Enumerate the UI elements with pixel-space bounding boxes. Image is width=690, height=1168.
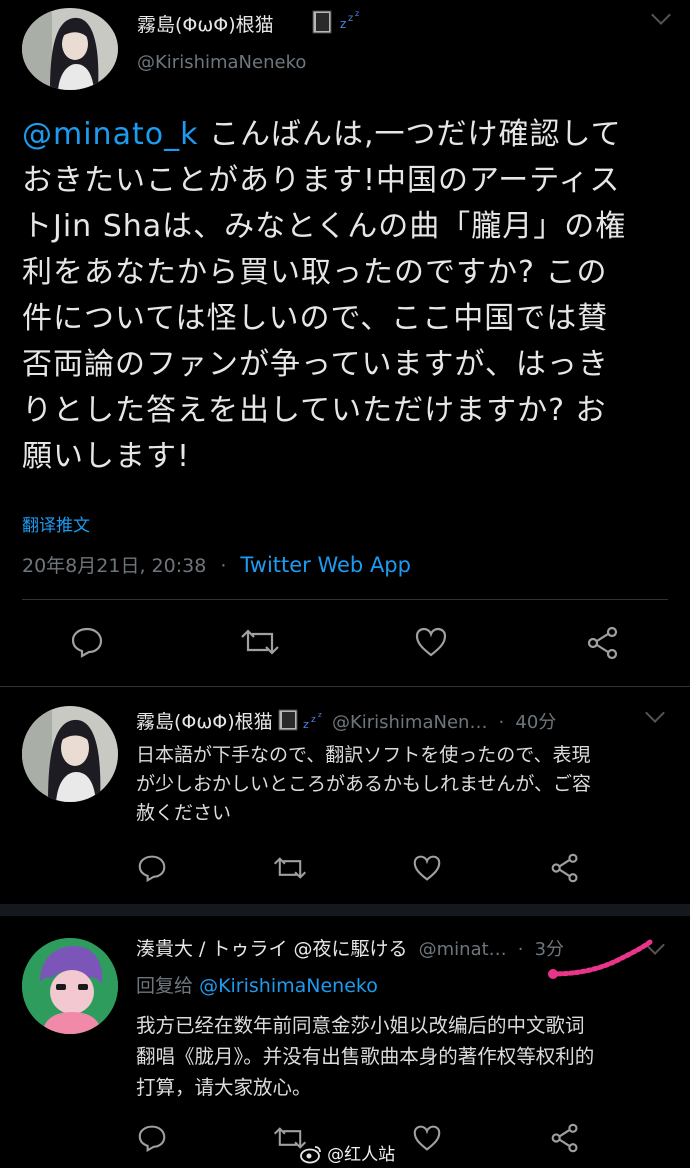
like-icon[interactable] xyxy=(414,626,448,658)
notebook-icon xyxy=(278,709,298,731)
separator-dot: · xyxy=(220,555,227,577)
tweet-text: @minato_k こんばんは,一つだけ確認して おきたいことがあります!中国の… xyxy=(22,117,627,474)
reply-header: 湊貴大 / トゥライ @夜に駆ける @minat… · 3分 xyxy=(136,934,564,961)
separator-dot: · xyxy=(498,712,505,733)
svg-text:z: z xyxy=(318,711,322,719)
author-handle[interactable]: @minat… xyxy=(419,939,507,960)
divider xyxy=(22,599,668,600)
avatar[interactable] xyxy=(22,706,118,802)
reply-icon[interactable] xyxy=(137,854,167,882)
svg-text:z: z xyxy=(348,13,353,24)
reply-icon[interactable] xyxy=(70,626,104,658)
weibo-icon xyxy=(300,1144,322,1164)
author-name[interactable]: 霧島(ΦωΦ)根猫 xyxy=(137,10,274,37)
retweet-icon[interactable] xyxy=(240,626,280,658)
reply-header: 霧島(ΦωΦ)根猫 zzz @KirishimaNen… · 40分 xyxy=(136,707,556,734)
divider xyxy=(0,686,690,687)
source-link[interactable]: Twitter Web App xyxy=(240,553,411,577)
section-separator xyxy=(0,904,690,916)
author-name[interactable]: 湊貴大 / トゥライ @夜に駆ける xyxy=(136,938,408,960)
reply-to-link[interactable]: @KirishimaNeneko xyxy=(199,975,378,997)
avatar[interactable] xyxy=(22,8,118,90)
svg-text:z: z xyxy=(355,9,359,18)
watermark-text: @红人站 xyxy=(327,1145,396,1165)
chevron-down-icon[interactable] xyxy=(645,703,665,723)
svg-text:z: z xyxy=(311,715,316,725)
avatar-image xyxy=(22,938,118,1034)
reply-text: 我方已经在数年前同意金莎小姐以改编后的中文歌词 翻唱《胧月》。并没有出售歌曲本身… xyxy=(136,1014,595,1099)
like-icon[interactable] xyxy=(412,854,442,882)
avatar[interactable] xyxy=(22,938,118,1034)
sleep-icon: zzz xyxy=(340,8,364,30)
translate-link[interactable]: 翻译推文 xyxy=(22,511,90,536)
mention-link[interactable]: @minato_k xyxy=(22,117,198,152)
reply-to-prefix: 回复给 xyxy=(136,975,194,997)
tweet-date: 20年8月21日, 20:38 xyxy=(22,555,207,577)
annotation-stroke xyxy=(548,939,653,979)
tweet-meta: 20年8月21日, 20:38 · Twitter Web App xyxy=(22,551,411,578)
avatar-image xyxy=(22,706,118,802)
reply-to-line: 回复给 @KirishimaNeneko xyxy=(136,971,378,998)
svg-text:z: z xyxy=(303,718,309,730)
reply-icon[interactable] xyxy=(137,1124,167,1152)
share-icon[interactable] xyxy=(550,853,580,883)
avatar-image xyxy=(22,8,118,90)
retweet-icon[interactable] xyxy=(273,854,307,882)
author-name[interactable]: 霧島(ΦωΦ)根猫 xyxy=(136,711,273,733)
share-icon[interactable] xyxy=(586,626,620,660)
reply-time: 40分 xyxy=(515,712,557,733)
svg-text:z: z xyxy=(340,17,346,30)
notebook-icon xyxy=(312,10,332,34)
chevron-down-icon[interactable] xyxy=(651,5,671,25)
watermark: @红人站 xyxy=(300,1140,395,1165)
share-icon[interactable] xyxy=(550,1123,580,1153)
separator-dot: · xyxy=(517,939,524,960)
author-handle[interactable]: @KirishimaNeneko xyxy=(137,52,306,73)
sleep-icon: zzz xyxy=(303,710,327,730)
author-handle[interactable]: @KirishimaNen… xyxy=(332,712,488,733)
like-icon[interactable] xyxy=(412,1124,442,1152)
reply-text: 日本語が下手なので、翻訳ソフトを使ったので、表現 が少しおかしいところがあるかも… xyxy=(136,744,592,824)
